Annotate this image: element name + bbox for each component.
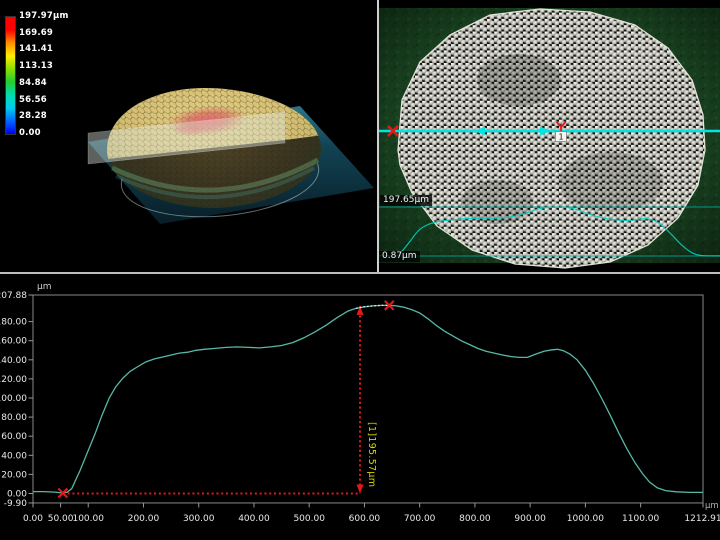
y-axis-unit: µm bbox=[37, 282, 52, 292]
x-tick-label: 500.00 bbox=[293, 514, 325, 524]
panel-camera-view[interactable]: 1 197.65µm 0.87µm bbox=[379, 0, 720, 272]
colorbar-label: 141.41 bbox=[19, 44, 53, 54]
x-tick-label: 200.00 bbox=[128, 514, 160, 524]
y-tick-label: 120.00 bbox=[0, 375, 27, 385]
max-height-label: 197.65µm bbox=[380, 195, 432, 206]
x-tick-label: 900.00 bbox=[514, 514, 546, 524]
x-tick-label: 700.00 bbox=[404, 514, 436, 524]
height-colorbar: 197.97µm169.69141.41113.1384.8456.5628.2… bbox=[5, 16, 95, 140]
height-measure-value: [1]195.57µm bbox=[366, 422, 377, 487]
x-tick-label: 100.00 bbox=[72, 514, 104, 524]
colorbar-label: 113.13 bbox=[19, 61, 53, 71]
colorbar-label: 28.28 bbox=[19, 111, 47, 121]
y-tick-label: 40.00 bbox=[1, 451, 27, 461]
y-tick-label: 60.00 bbox=[1, 432, 27, 442]
x-axis-unit: µm bbox=[705, 501, 719, 511]
colorbar-label: 84.84 bbox=[19, 78, 47, 88]
x-tick-label: 600.00 bbox=[349, 514, 381, 524]
metrology-app-window: 197.97µm 169.69 141.41 113.13 84.84 56.56 28.2… bbox=[0, 0, 720, 540]
colorbar-label: 0.00 bbox=[19, 128, 41, 138]
profile-chart: µmµm0.0050.00100.00200.00300.00400.00500… bbox=[0, 274, 720, 540]
panel-3d-height-view[interactable]: 197.97µm 169.69 141.41 113.13 84.84 56.56 28.2… bbox=[0, 0, 377, 272]
x-tick-label: 1000.00 bbox=[567, 514, 604, 524]
max-height-value: 197.65µm bbox=[383, 195, 429, 205]
y-tick-label: 180.00 bbox=[0, 318, 27, 328]
x-tick-label: 50.00 bbox=[48, 514, 74, 524]
x-tick-label: 800.00 bbox=[459, 514, 491, 524]
specimen-image: 1 bbox=[379, 0, 720, 272]
y-tick-label: -9.90 bbox=[4, 499, 28, 509]
x-tick-label: 0.00 bbox=[23, 514, 43, 524]
panel-profile-chart[interactable]: µmµm0.0050.00100.00200.00300.00400.00500… bbox=[0, 274, 720, 540]
x-tick-label: 1212.91 bbox=[684, 514, 720, 524]
min-height-value: 0.87µm bbox=[382, 251, 417, 261]
colorbar-label: 56.56 bbox=[19, 95, 47, 105]
y-tick-label: 80.00 bbox=[1, 413, 27, 423]
y-tick-label: 140.00 bbox=[0, 356, 27, 366]
arrow-down-icon bbox=[357, 485, 364, 494]
x-tick-label: 1100.00 bbox=[622, 514, 659, 524]
y-tick-label: 160.00 bbox=[0, 337, 27, 347]
colorbar-label: 197.97µm bbox=[19, 11, 69, 21]
x-tick-label: 400.00 bbox=[238, 514, 270, 524]
y-tick-label: 100.00 bbox=[0, 394, 27, 404]
marker-number-label: 1 bbox=[558, 133, 563, 142]
y-tick-label: 20.00 bbox=[1, 470, 27, 480]
colorbar-gradient-icon bbox=[5, 16, 16, 135]
colorbar-label: 169.69 bbox=[19, 28, 53, 38]
colorbar-labels: 197.97µm169.69141.41113.1384.8456.5628.2… bbox=[19, 16, 89, 133]
min-height-label: 0.87µm bbox=[379, 251, 420, 262]
x-tick-label: 300.00 bbox=[183, 514, 215, 524]
y-tick-label: 207.88 bbox=[0, 291, 27, 301]
